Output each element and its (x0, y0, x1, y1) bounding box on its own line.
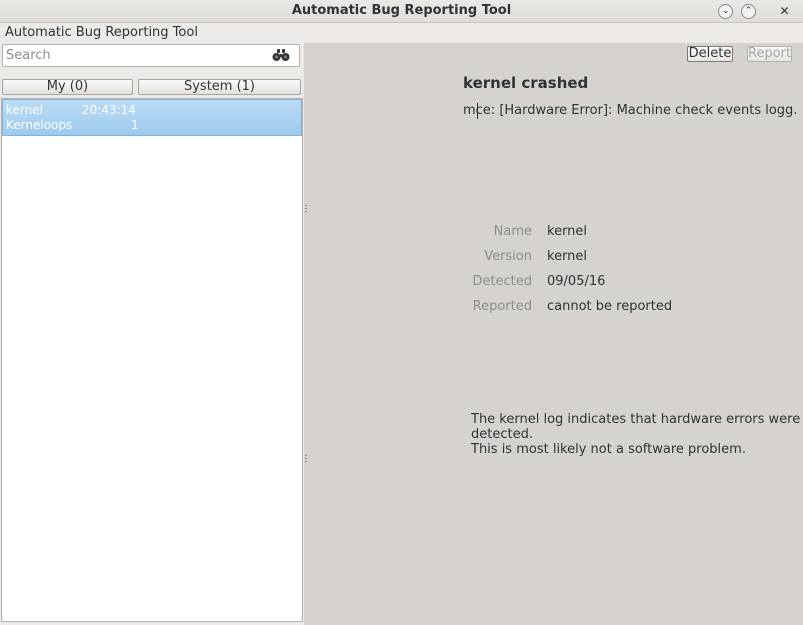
detail-label-reported: Reported (472, 299, 532, 314)
maximize-icon[interactable]: ⌃ (741, 4, 756, 19)
explanation-line-1: The kernel log indicates that hardware e… (471, 412, 801, 442)
detail-value-name: kernel (547, 224, 588, 239)
explanation-line-2: This is most likely not a software probl… (471, 442, 746, 457)
problem-detail-pane: Delete Report kernel crashed mce: [Hardw… (308, 43, 803, 625)
detail-value-version: kernel (547, 249, 588, 264)
tab-my-problems[interactable]: My (0) (2, 79, 133, 95)
menu-bar: Automatic Bug Reporting Tool (0, 23, 803, 43)
minimize-icon[interactable]: ⌄ (718, 4, 733, 19)
problem-count: 1 (131, 118, 139, 132)
search-box (2, 44, 300, 67)
detail-label-name: Name (493, 224, 532, 239)
splitter-grip-top (305, 205, 307, 213)
crash-reason[interactable]: mce: [Hardware Error]: Machine check eve… (463, 103, 799, 118)
search-input[interactable] (6, 47, 266, 64)
binoculars-icon[interactable] (272, 48, 290, 62)
text-caret (477, 103, 478, 119)
app-menu-label[interactable]: Automatic Bug Reporting Tool (5, 25, 198, 40)
title-bar: Automatic Bug Reporting Tool ⌄ ⌃ ✕ (0, 0, 803, 23)
problem-list: kernel 20:43:14 Kerneloops 1 (1, 98, 303, 622)
problem-name: kernel (6, 103, 43, 117)
detail-label-detected: Detected (472, 274, 532, 289)
problem-row-kernel[interactable]: kernel 20:43:14 Kerneloops 1 (2, 99, 302, 136)
problem-source: Kerneloops (6, 118, 73, 132)
problem-list-pane: My (0) System (1) kernel 20:43:14 Kernel… (0, 43, 304, 625)
splitter-grip-bottom (305, 455, 307, 463)
problem-explanation: The kernel log indicates that hardware e… (471, 412, 801, 457)
window-title: Automatic Bug Reporting Tool (291, 3, 512, 18)
detail-value-reported: cannot be reported (547, 299, 673, 314)
delete-button[interactable]: Delete (687, 46, 733, 62)
report-button[interactable]: Report (747, 46, 792, 62)
tab-system-problems[interactable]: System (1) (138, 79, 301, 95)
detail-value-detected: 09/05/16 (547, 274, 606, 289)
crash-title: kernel crashed (463, 74, 589, 92)
detail-label-version: Version (484, 249, 532, 264)
problem-time: 20:43:14 (82, 103, 136, 117)
close-icon[interactable]: ✕ (777, 4, 792, 19)
